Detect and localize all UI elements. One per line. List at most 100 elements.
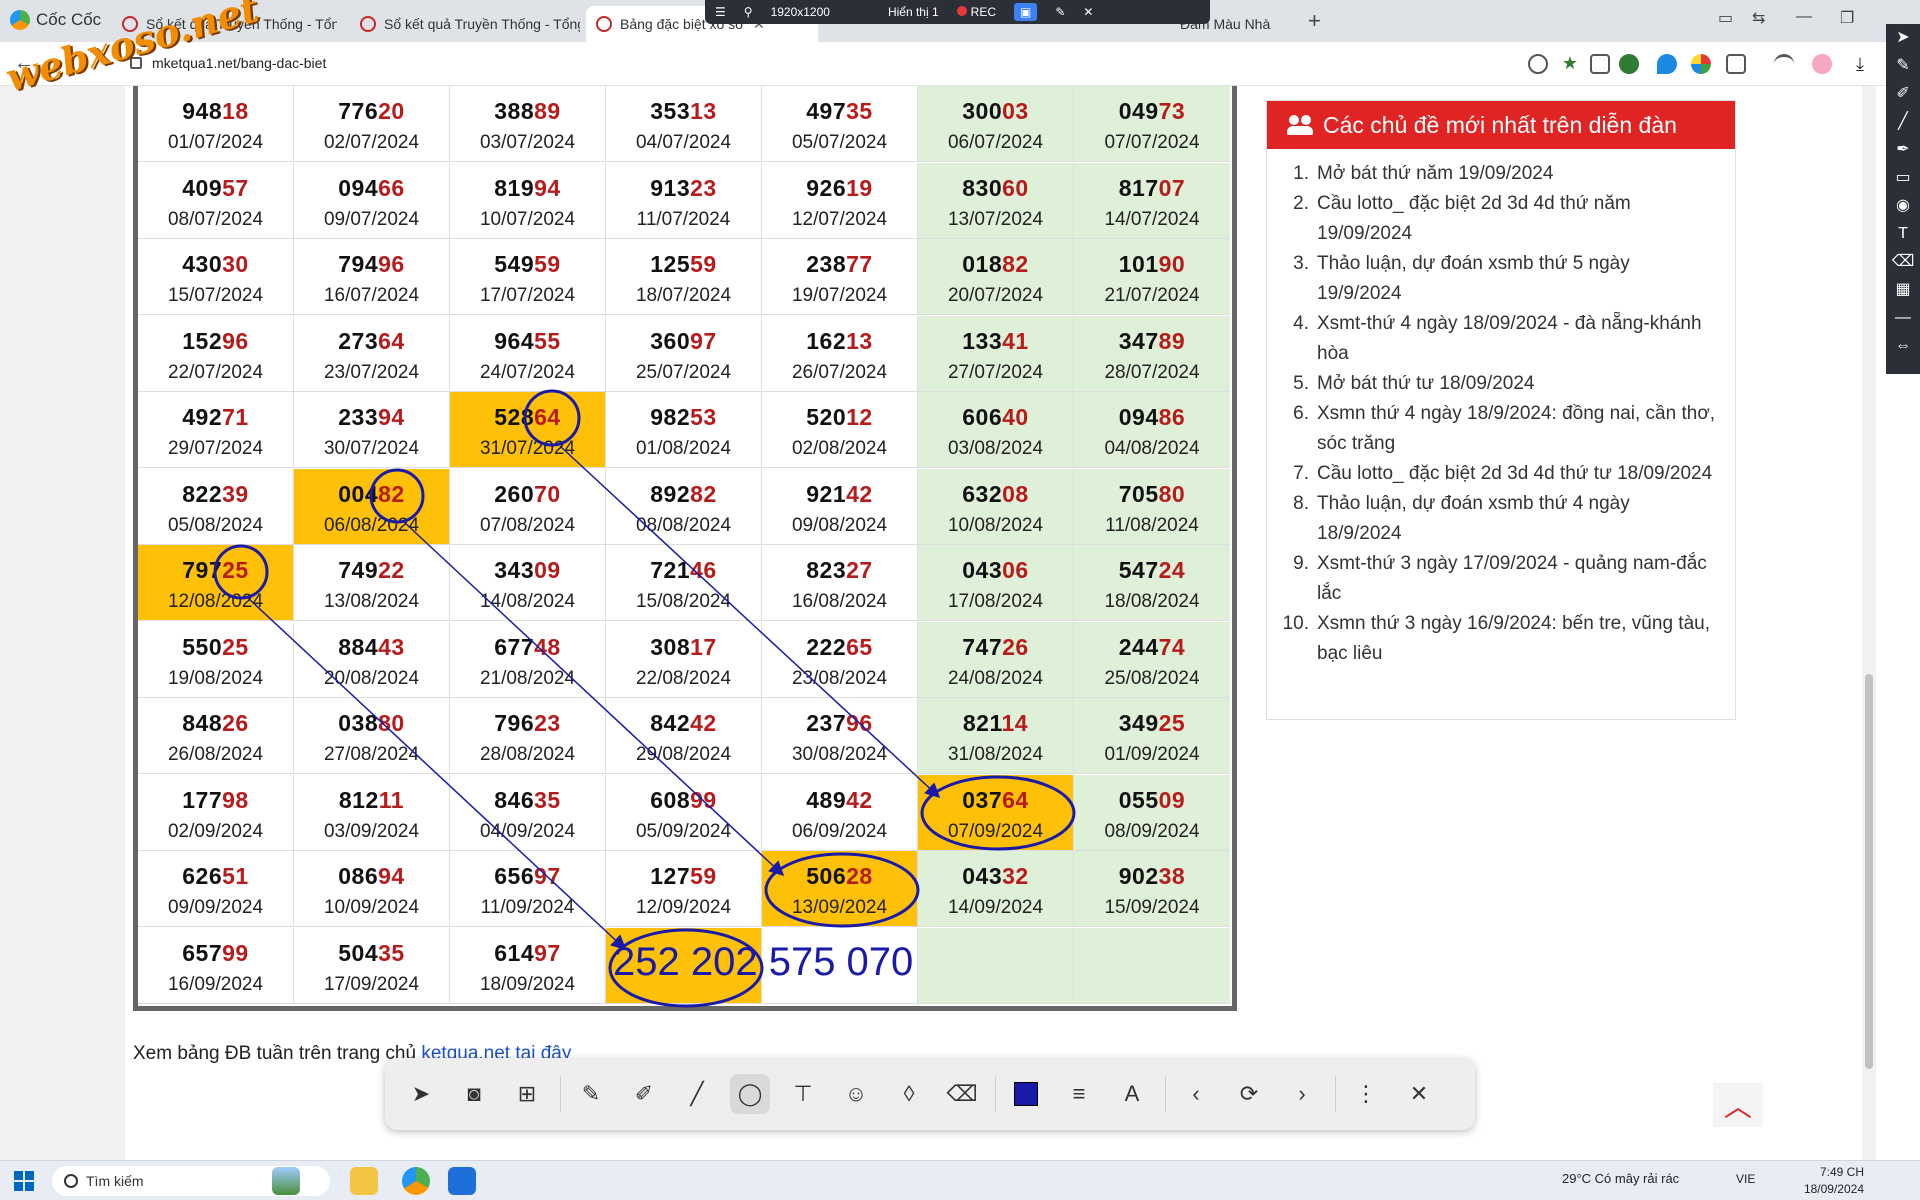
result-tail-digits: 90 xyxy=(1158,251,1186,277)
download-green-icon[interactable] xyxy=(1619,54,1639,74)
topic-link[interactable]: Mở bát thứ tư 18/09/2024 xyxy=(1317,369,1534,399)
topic-link[interactable]: Mở bát thứ năm 19/09/2024 xyxy=(1317,159,1553,189)
minus-icon[interactable]: — xyxy=(1886,304,1920,332)
topic-link[interactable]: Cầu lotto_ đặc biệt 2d 3d 4d thứ tư 18/0… xyxy=(1317,459,1712,489)
color-picker[interactable] xyxy=(1006,1074,1046,1114)
maximize-icon[interactable]: ❐ xyxy=(1840,8,1854,28)
new-tab-icon[interactable]: + xyxy=(1308,8,1321,34)
star-icon[interactable]: ★ xyxy=(1560,54,1580,74)
playlist-icon[interactable] xyxy=(1774,54,1794,74)
pen-icon[interactable]: ✎ xyxy=(1886,52,1920,80)
back-to-top-button[interactable]: ︿ xyxy=(1713,1083,1763,1127)
url-field[interactable]: mketqua1.net/bang-dac-biet xyxy=(152,55,326,71)
result-cell: 23796 30/08/2024 xyxy=(762,698,918,774)
highlighter-tool-icon[interactable]: ✐ xyxy=(624,1074,664,1114)
more-options-icon[interactable]: ⋮ xyxy=(1346,1074,1386,1114)
result-tail-digits: 08 xyxy=(1002,480,1029,507)
zoom-icon[interactable] xyxy=(1528,54,1548,74)
result-date: 23/07/2024 xyxy=(323,361,420,383)
forum-topic-item[interactable]: 3. Thảo luận, dự đoán xsmb thứ 5 ngày 19/… xyxy=(1281,249,1719,309)
camera-icon[interactable]: ▣ xyxy=(1014,3,1038,21)
ellipse-tool-icon[interactable]: ◯ xyxy=(730,1074,770,1114)
brush-icon[interactable]: ✒ xyxy=(1886,136,1920,164)
undo-icon[interactable]: ‹ xyxy=(1176,1074,1216,1114)
topic-link[interactable]: Xsmt-thứ 3 ngày 17/09/2024 - quảng nam-đ… xyxy=(1317,549,1719,609)
forum-topic-item[interactable]: 9. Xsmt-thứ 3 ngày 17/09/2024 - quảng nam… xyxy=(1281,549,1719,609)
result-cell: 52012 02/08/2024 xyxy=(762,392,918,468)
pen-tool-icon[interactable]: ✎ xyxy=(571,1074,611,1114)
result-date: 18/09/2024 xyxy=(479,973,576,995)
result-head-digits: 125 xyxy=(650,251,691,277)
topic-link[interactable]: Thảo luận, dự đoán xsmb thứ 5 ngày 19/9/… xyxy=(1317,249,1719,309)
topic-link[interactable]: Thảo luận, dự đoán xsmb thứ 4 ngày 18/9/… xyxy=(1317,489,1719,549)
result-date: 02/09/2024 xyxy=(167,820,264,842)
screenshot-tool-icon[interactable]: ◙ xyxy=(454,1074,494,1114)
widget-scene-icon[interactable] xyxy=(272,1167,300,1195)
result-head-digits: 043 xyxy=(962,557,1003,583)
cursor-icon[interactable]: ➤ xyxy=(1886,24,1920,52)
rec-button[interactable]: REC xyxy=(956,5,996,19)
forum-topic-item[interactable]: 1. Mở bát thứ năm 19/09/2024 xyxy=(1281,159,1719,189)
region-capture-icon[interactable]: ⊞ xyxy=(507,1074,547,1114)
line-icon[interactable]: ╱ xyxy=(1886,108,1920,136)
forum-topic-item[interactable]: 5. Mở bát thứ tư 18/09/2024 xyxy=(1281,369,1719,399)
rectangle-icon[interactable]: ▭ xyxy=(1886,164,1920,192)
text-tool-icon[interactable]: ⊤ xyxy=(783,1074,823,1114)
result-tail-digits: 06 xyxy=(1002,557,1029,583)
pointer-tool-icon[interactable]: ➤ xyxy=(401,1074,441,1114)
browser-brand[interactable]: Cốc Cốc xyxy=(10,10,101,30)
puzzle-icon[interactable] xyxy=(1726,54,1746,74)
system-clock[interactable]: 7:49 CH 18/09/2024 xyxy=(1800,1164,1864,1198)
result-head-digits: 821 xyxy=(962,710,1002,736)
reset-icon[interactable]: ⟳ xyxy=(1229,1074,1269,1114)
menu-icon[interactable]: ☰ xyxy=(715,5,726,19)
file-explorer-icon[interactable] xyxy=(350,1167,378,1195)
topic-link[interactable]: Cầu lotto_ đặc biệt 2d 3d 4d thứ năm 19/… xyxy=(1317,189,1719,249)
avatar[interactable] xyxy=(1812,54,1832,74)
scrollbar-thumb[interactable] xyxy=(1865,674,1873,1069)
palette-icon[interactable]: ◉ xyxy=(1886,192,1920,220)
pin-icon[interactable]: ⚲ xyxy=(744,5,753,19)
input-language[interactable]: VIE xyxy=(1736,1172,1755,1186)
minimize-icon[interactable]: — xyxy=(1796,8,1812,26)
back-history-icon[interactable]: ⇆ xyxy=(1752,8,1765,28)
tab-2[interactable]: Sổ kết quả Truyền Thống - Tổng h xyxy=(350,6,580,42)
forum-topic-item[interactable]: 6. Xsmn thứ 4 ngày 18/9/2024: đồng nai, c… xyxy=(1281,399,1719,459)
downloads-icon[interactable]: ⤓ xyxy=(1850,54,1870,74)
extension-color-icon[interactable] xyxy=(1691,54,1711,74)
eraser-icon[interactable]: ⌫ xyxy=(1886,248,1920,276)
forum-topic-item[interactable]: 2. Cầu lotto_ đặc biệt 2d 3d 4d thứ năm 1… xyxy=(1281,189,1719,249)
result-head-digits: 776 xyxy=(338,98,379,124)
shield-icon[interactable] xyxy=(1590,54,1610,74)
line-tool-icon[interactable]: ╱ xyxy=(677,1074,717,1114)
forum-topic-item[interactable]: 4. Xsmt-thứ 4 ngày 18/09/2024 - đà nẵng-k… xyxy=(1281,309,1719,369)
blur-tool-icon[interactable]: ◊ xyxy=(889,1074,929,1114)
stroke-width-icon[interactable]: ≡ xyxy=(1059,1074,1099,1114)
close-icon[interactable]: ✕ xyxy=(1083,5,1093,19)
weather-status[interactable]: 29°C Có mây rải rác xyxy=(1562,1171,1679,1186)
drop-icon[interactable] xyxy=(1657,54,1677,74)
pen-icon[interactable]: ✎ xyxy=(1055,5,1065,19)
topic-link[interactable]: Xsmn thứ 3 ngày 16/9/2024: bến tre, vũng… xyxy=(1317,609,1719,669)
topic-link[interactable]: Xsmt-thứ 4 ngày 18/09/2024 - đà nẵng-khá… xyxy=(1317,309,1719,369)
expand-icon[interactable]: ⇔ xyxy=(1886,332,1920,360)
grid-icon[interactable]: ▦ xyxy=(1886,276,1920,304)
window-list-icon[interactable]: ▭ xyxy=(1718,8,1733,28)
photos-app-icon[interactable] xyxy=(448,1167,476,1195)
eraser-tool-icon[interactable]: ⌫ xyxy=(942,1074,982,1114)
page-scrollbar[interactable] xyxy=(1862,86,1876,1160)
forum-topic-item[interactable]: 7. Cầu lotto_ đặc biệt 2d 3d 4d thứ tư 18… xyxy=(1281,459,1719,489)
forum-topic-item[interactable]: 8. Thảo luận, dự đoán xsmb thứ 4 ngày 18/… xyxy=(1281,489,1719,549)
marker-icon[interactable]: ✐ xyxy=(1886,80,1920,108)
topic-link[interactable]: Xsmn thứ 4 ngày 18/9/2024: đồng nai, cần… xyxy=(1317,399,1719,459)
redo-icon[interactable]: › xyxy=(1282,1074,1322,1114)
windows-start-icon[interactable] xyxy=(14,1171,34,1191)
recorder-display[interactable]: Hiển thị 1 xyxy=(888,5,939,19)
forum-topic-item[interactable]: 10. Xsmn thứ 3 ngày 16/9/2024: bến tre, v… xyxy=(1281,609,1719,669)
coccoc-taskbar-icon[interactable] xyxy=(402,1167,430,1195)
font-size-icon[interactable]: A xyxy=(1112,1074,1152,1114)
emoji-tool-icon[interactable]: ☺ xyxy=(836,1074,876,1114)
close-toolbar-icon[interactable]: ✕ xyxy=(1399,1074,1439,1114)
text-icon[interactable]: T xyxy=(1886,220,1920,248)
result-head-digits: 222 xyxy=(806,633,847,660)
